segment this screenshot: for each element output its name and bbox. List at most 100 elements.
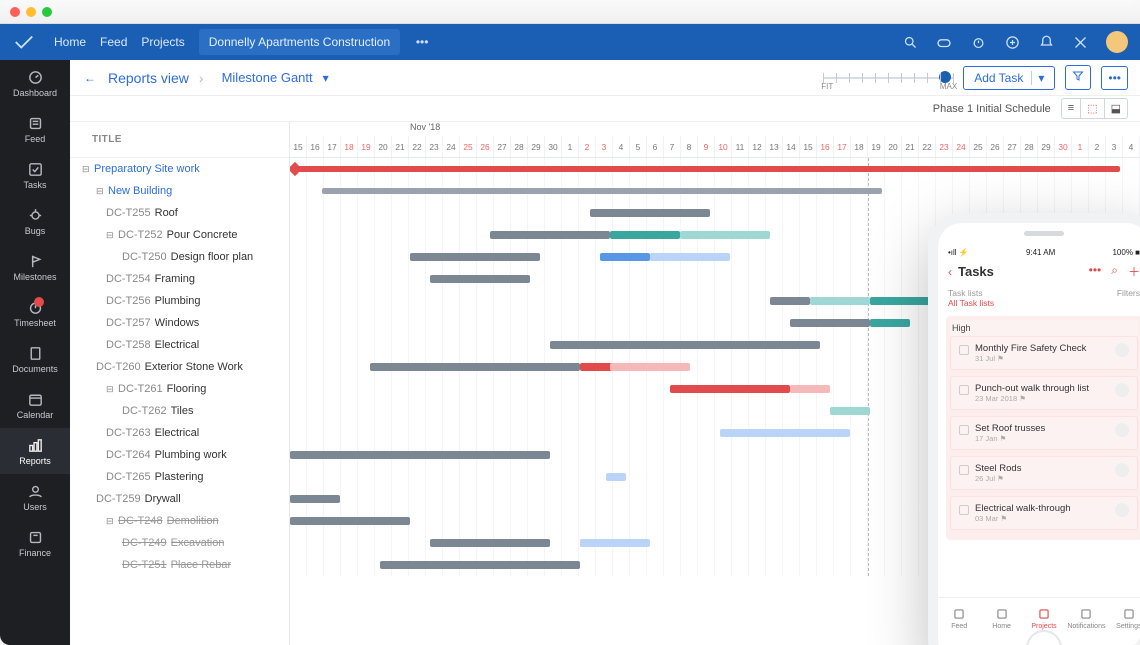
task-row[interactable]: DC-T254Framing bbox=[70, 268, 289, 290]
gantt-bar[interactable] bbox=[430, 275, 530, 283]
project-selector[interactable]: Donnelly Apartments Construction bbox=[199, 29, 400, 55]
caret-icon[interactable]: ⊟ bbox=[96, 186, 106, 197]
task-row[interactable]: DC-T258Electrical bbox=[70, 334, 289, 356]
checkbox-icon[interactable] bbox=[959, 465, 969, 475]
gantt-row[interactable] bbox=[290, 158, 1140, 180]
mobile-task-card[interactable]: Electrical walk-through03 Mar ⚑ bbox=[950, 496, 1138, 530]
checkbox-icon[interactable] bbox=[959, 505, 969, 515]
sidebar-item-users[interactable]: Users bbox=[0, 474, 70, 520]
gantt-bar[interactable] bbox=[830, 407, 870, 415]
tools-icon[interactable] bbox=[1072, 34, 1088, 50]
task-row[interactable]: DC-T250Design floor plan bbox=[70, 246, 289, 268]
gantt-bar[interactable] bbox=[550, 341, 820, 349]
gantt-bar[interactable] bbox=[790, 319, 870, 327]
gantt-bar[interactable] bbox=[720, 429, 850, 437]
task-row[interactable]: DC-T251Place Rebar bbox=[70, 554, 289, 576]
mobile-back-icon[interactable]: ‹ bbox=[948, 265, 952, 279]
gantt-bar[interactable] bbox=[650, 253, 730, 261]
search-icon[interactable] bbox=[902, 34, 918, 50]
chevron-down-icon[interactable]: ▾ bbox=[323, 71, 329, 85]
gantt-bar[interactable] bbox=[790, 385, 830, 393]
task-row[interactable]: DC-T255Roof bbox=[70, 202, 289, 224]
sidebar-item-documents[interactable]: Documents bbox=[0, 336, 70, 382]
task-row[interactable]: DC-T257Windows bbox=[70, 312, 289, 334]
sidebar-item-reports[interactable]: Reports bbox=[0, 428, 70, 474]
task-row[interactable]: ⊟DC-T248Demolition bbox=[70, 510, 289, 532]
gantt-bar[interactable] bbox=[600, 253, 650, 261]
gantt-bar[interactable] bbox=[606, 473, 626, 481]
sidebar-item-timesheet[interactable]: Timesheet bbox=[0, 290, 70, 336]
more-icon[interactable]: ••• bbox=[414, 34, 430, 50]
checkbox-icon[interactable] bbox=[959, 385, 969, 395]
caret-icon[interactable]: ⊟ bbox=[82, 164, 92, 175]
sidebar-item-calendar[interactable]: Calendar bbox=[0, 382, 70, 428]
task-row[interactable]: DC-T259Drywall bbox=[70, 488, 289, 510]
gantt-bar[interactable] bbox=[580, 539, 650, 547]
gantt-bar[interactable] bbox=[410, 253, 540, 261]
sidebar-item-milestones[interactable]: Milestones bbox=[0, 244, 70, 290]
gantt-bar[interactable] bbox=[290, 451, 550, 459]
gantt-bar[interactable] bbox=[590, 209, 710, 217]
task-row[interactable]: ⊟Preparatory Site work bbox=[70, 158, 289, 180]
timer-icon[interactable] bbox=[970, 34, 986, 50]
gantt-bar[interactable] bbox=[290, 495, 340, 503]
mobile-tab-feed[interactable]: Feed bbox=[938, 598, 980, 639]
mobile-tab-home[interactable]: Home bbox=[980, 598, 1022, 639]
vt-3[interactable]: ⬓ bbox=[1105, 99, 1127, 118]
max-dot[interactable] bbox=[42, 7, 52, 17]
vt-1[interactable]: ≡ bbox=[1062, 99, 1081, 118]
gantt-bar[interactable] bbox=[610, 231, 680, 239]
close-dot[interactable] bbox=[10, 7, 20, 17]
avatar[interactable] bbox=[1106, 31, 1128, 53]
task-row[interactable]: ⊟DC-T252Pour Concrete bbox=[70, 224, 289, 246]
mobile-add-icon[interactable]: ＋ bbox=[1128, 263, 1140, 280]
mobile-task-card[interactable]: Set Roof trusses17 Jan ⚑ bbox=[950, 416, 1138, 450]
nav-home[interactable]: Home bbox=[54, 35, 86, 49]
mobile-all-lists[interactable]: All Task lists bbox=[948, 298, 994, 308]
task-row[interactable]: DC-T265Plastering bbox=[70, 466, 289, 488]
gantt-bar[interactable] bbox=[290, 517, 410, 525]
sidebar-item-finance[interactable]: Finance bbox=[0, 520, 70, 566]
gantt-bar[interactable] bbox=[430, 539, 550, 547]
gantt-bar[interactable] bbox=[380, 561, 580, 569]
zoom-slider[interactable]: FIT MAX bbox=[823, 68, 953, 88]
gantt-bar[interactable] bbox=[670, 385, 790, 393]
vt-2[interactable]: ⬚ bbox=[1081, 99, 1104, 118]
gantt-bar[interactable] bbox=[610, 363, 690, 371]
caret-icon[interactable]: ⊟ bbox=[106, 384, 116, 395]
gantt-bar[interactable] bbox=[870, 297, 930, 305]
gantt-bar[interactable] bbox=[770, 297, 810, 305]
mobile-filters[interactable]: Filters bbox=[1117, 288, 1140, 308]
task-row[interactable]: DC-T264Plumbing work bbox=[70, 444, 289, 466]
checkbox-icon[interactable] bbox=[959, 345, 969, 355]
sidebar-item-feed[interactable]: Feed bbox=[0, 106, 70, 152]
min-dot[interactable] bbox=[26, 7, 36, 17]
mobile-tab-notifications[interactable]: Notifications bbox=[1065, 598, 1107, 639]
gantt-bar[interactable] bbox=[870, 319, 910, 327]
mobile-tab-settings[interactable]: Settings bbox=[1108, 598, 1140, 639]
sidebar-item-tasks[interactable]: Tasks bbox=[0, 152, 70, 198]
caret-icon[interactable]: ⊟ bbox=[106, 230, 116, 241]
mobile-search-icon[interactable]: ⌕ bbox=[1111, 263, 1118, 280]
mobile-more-icon[interactable]: ••• bbox=[1089, 263, 1102, 280]
more-button[interactable]: ••• bbox=[1101, 66, 1128, 90]
gantt-bar[interactable] bbox=[370, 363, 580, 371]
task-row[interactable]: ⊟New Building bbox=[70, 180, 289, 202]
task-row[interactable]: ⊟DC-T261Flooring bbox=[70, 378, 289, 400]
mobile-task-card[interactable]: Punch-out walk through list23 Mar 2018 ⚑ bbox=[950, 376, 1138, 410]
gantt-bar[interactable] bbox=[810, 297, 870, 305]
breadcrumb[interactable]: Reports view bbox=[108, 70, 189, 86]
sidebar-item-dashboard[interactable]: Dashboard bbox=[0, 60, 70, 106]
back-arrow-icon[interactable]: ← bbox=[82, 70, 98, 86]
sidebar-item-bugs[interactable]: Bugs bbox=[0, 198, 70, 244]
checkbox-icon[interactable] bbox=[959, 425, 969, 435]
gantt-bar[interactable] bbox=[680, 231, 770, 239]
task-row[interactable]: DC-T263Electrical bbox=[70, 422, 289, 444]
add-task-button[interactable]: Add Task▾ bbox=[963, 66, 1055, 90]
view-toggle[interactable]: ≡ ⬚ ⬓ bbox=[1061, 98, 1128, 119]
nav-projects[interactable]: Projects bbox=[141, 35, 184, 49]
milestone-selector[interactable]: Milestone Gantt bbox=[222, 70, 313, 85]
bell-icon[interactable] bbox=[1038, 34, 1054, 50]
games-icon[interactable] bbox=[936, 34, 952, 50]
gantt-row[interactable] bbox=[290, 180, 1140, 202]
